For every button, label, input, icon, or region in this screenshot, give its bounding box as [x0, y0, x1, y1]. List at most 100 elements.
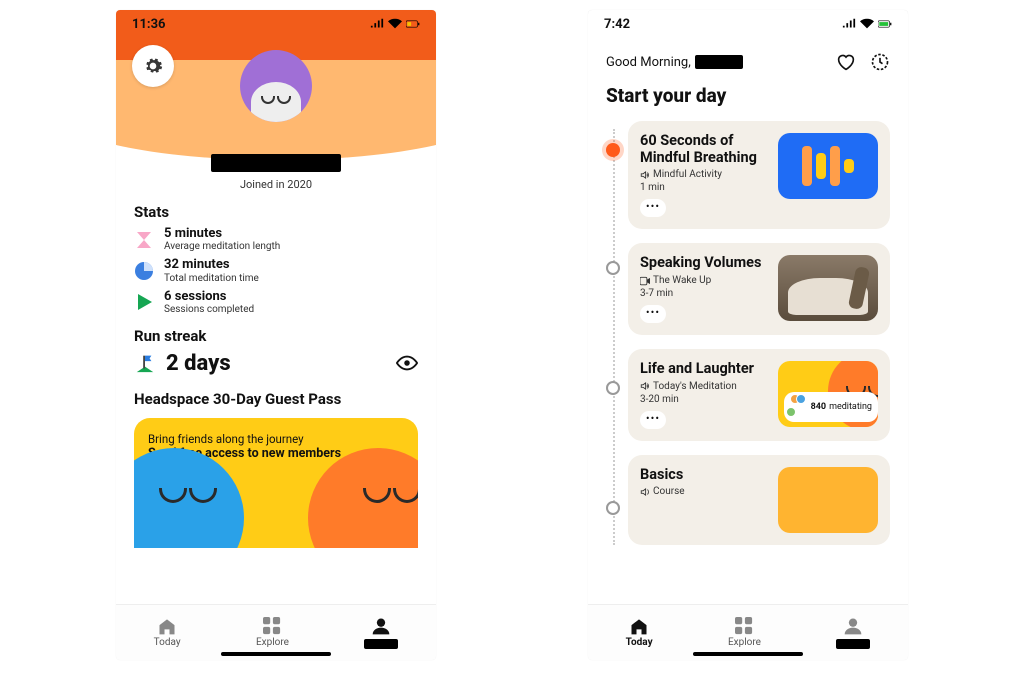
stat-sessions-label: Sessions completed [164, 304, 254, 315]
avatar[interactable] [240, 50, 312, 122]
activity-card[interactable]: Speaking Volumes The Wake Up 3-7 min ••• [628, 243, 890, 335]
guest-pass-card[interactable]: Bring friends along the journey Send fre… [134, 418, 418, 548]
nav-profile[interactable] [836, 617, 870, 649]
card-title: Speaking Volumes [640, 255, 768, 272]
card-subtitle: Mindful Activity [640, 169, 768, 180]
streak-heading: Run streak [134, 327, 418, 345]
wifi-icon [388, 18, 402, 30]
timeline-node-current [606, 143, 620, 157]
audio-icon [640, 170, 650, 180]
streak-value: 2 days [166, 351, 231, 376]
redacted-username [695, 55, 743, 69]
redacted-name [211, 154, 341, 172]
stat-avg-label: Average meditation length [164, 241, 280, 252]
greeting-text: Good Morning, [606, 55, 691, 70]
card-subtitle: Course [640, 486, 768, 497]
today-screen: 7:42 Good Morning, Start your day 60 Sec… [588, 10, 908, 660]
nav-explore[interactable]: Explore [728, 617, 761, 648]
card-thumbnail [778, 133, 878, 199]
settings-button[interactable] [132, 45, 174, 87]
stat-sessions: 6 sessions Sessions completed [134, 290, 418, 315]
signal-icon [842, 18, 856, 30]
activity-card[interactable]: Life and Laughter Today's Meditation 3-2… [628, 349, 890, 441]
wifi-icon [860, 18, 874, 30]
greeting: Good Morning, [606, 55, 743, 70]
nav-today[interactable]: Today [626, 617, 653, 648]
more-button[interactable]: ••• [640, 199, 666, 217]
home-icon [629, 617, 649, 635]
hourglass-icon [134, 230, 154, 250]
blob-blue [134, 448, 244, 548]
profile-scroll[interactable]: Joined in 2020 Stats 5 minutes Average m… [116, 38, 436, 604]
card-duration: 3-7 min [640, 288, 768, 299]
activity-card[interactable]: Basics Course [628, 455, 890, 545]
stat-total: 32 minutes Total meditation time [134, 258, 418, 283]
timeline-node [606, 261, 620, 275]
grid-icon [262, 617, 282, 635]
home-icon [157, 617, 177, 635]
avatar-face [251, 82, 301, 122]
meditating-badge: 840 meditating [784, 392, 878, 422]
status-time: 7:42 [604, 17, 630, 32]
stat-total-label: Total meditation time [164, 273, 259, 284]
stats-heading: Stats [134, 203, 418, 221]
audio-icon [640, 487, 650, 497]
card-title: 60 Seconds of Mindful Breathing [640, 133, 768, 166]
card-subtitle: Today's Meditation [640, 381, 768, 392]
profile-icon [371, 617, 391, 635]
timeline: 60 Seconds of Mindful Breathing Mindful … [606, 121, 890, 545]
card-duration: 1 min [640, 182, 768, 193]
battery-charging-icon [878, 18, 892, 30]
activity-card[interactable]: 60 Seconds of Mindful Breathing Mindful … [628, 121, 890, 229]
history-icon[interactable] [870, 52, 890, 72]
nav-explore-label: Explore [256, 637, 289, 648]
card-thumbnail: 840 meditating [778, 361, 878, 427]
heart-icon[interactable] [836, 53, 856, 71]
today-scroll[interactable]: Good Morning, Start your day 60 Seconds … [588, 38, 908, 604]
today-title: Start your day [606, 84, 890, 107]
card-title: Basics [640, 467, 768, 484]
nav-explore[interactable]: Explore [256, 617, 289, 648]
guest-line1: Bring friends along the journey [148, 432, 404, 446]
card-title: Life and Laughter [640, 361, 768, 378]
joined-label: Joined in 2020 [134, 178, 418, 191]
nav-profile[interactable] [364, 617, 398, 649]
more-button[interactable]: ••• [640, 411, 666, 429]
redacted-nav-label [364, 639, 398, 649]
more-button[interactable]: ••• [640, 305, 666, 323]
nav-explore-label: Explore [728, 637, 761, 648]
timeline-node [606, 501, 620, 515]
status-icons [370, 18, 420, 30]
home-indicator[interactable] [693, 652, 803, 656]
status-bar: 11:36 [116, 10, 436, 38]
play-icon [134, 292, 154, 312]
grid-icon [734, 617, 754, 635]
eye-icon[interactable] [396, 355, 418, 371]
nav-today-label: Today [154, 637, 181, 648]
timeline-node [606, 381, 620, 395]
status-icons [842, 18, 892, 30]
status-bar: 7:42 [588, 10, 908, 38]
nav-today[interactable]: Today [154, 617, 181, 648]
stat-avg: 5 minutes Average meditation length [134, 227, 418, 252]
stat-total-value: 32 minutes [164, 258, 259, 272]
card-subtitle: The Wake Up [640, 275, 768, 286]
profile-screen: 11:36 Joined in 2020 Stats 5 minutes Ave… [116, 10, 436, 660]
redacted-nav-label [836, 639, 870, 649]
card-duration: 3-20 min [640, 394, 768, 405]
gear-icon [143, 56, 163, 76]
status-time: 11:36 [132, 17, 166, 32]
battery-icon [406, 18, 420, 30]
video-icon [640, 276, 650, 286]
pie-icon [134, 261, 154, 281]
profile-name-area: Joined in 2020 [134, 154, 418, 191]
blob-orange [308, 448, 418, 548]
guest-heading: Headspace 30-Day Guest Pass [134, 390, 418, 408]
card-thumbnail [778, 255, 878, 321]
nav-today-label: Today [626, 637, 653, 648]
stat-avg-value: 5 minutes [164, 227, 280, 241]
signal-icon [370, 18, 384, 30]
audio-icon [640, 381, 650, 391]
home-indicator[interactable] [221, 652, 331, 656]
card-thumbnail [778, 467, 878, 533]
